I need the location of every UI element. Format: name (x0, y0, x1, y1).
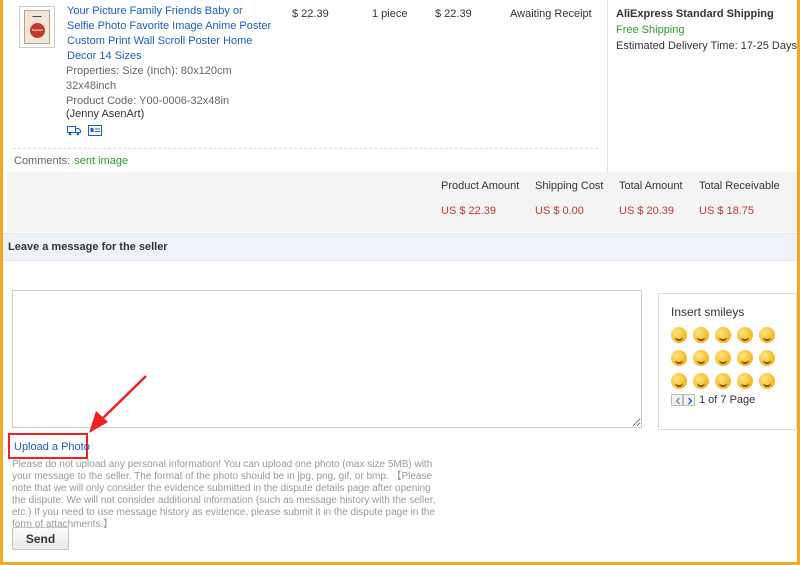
product-properties: Properties: Size (Inch): 80x120cm 32x48i… (66, 64, 276, 109)
smiley-icon[interactable] (737, 373, 753, 389)
delivery-time: Estimated Delivery Time: 17-25 Days (616, 40, 797, 52)
smiley-icon[interactable] (693, 350, 709, 366)
next-page-button[interactable] (683, 394, 695, 407)
total-receivable-value: US $ 18.75 (699, 205, 755, 217)
smiley-icon[interactable] (693, 373, 709, 389)
column-divider (607, 0, 608, 172)
comments-divider (13, 148, 598, 149)
smiley-icon[interactable] (693, 327, 709, 343)
smiley-icon[interactable] (671, 350, 687, 366)
smiley-grid (671, 327, 781, 396)
line-total: $ 22.39 (435, 8, 472, 20)
product-amount: Product Amount US $ 22.39 (441, 180, 519, 217)
message-textarea[interactable] (12, 290, 642, 428)
smiley-icon[interactable] (759, 350, 775, 366)
shipping-info: AliExpress Standard Shipping Free Shippi… (616, 6, 797, 54)
total-receivable: Total Receivable US $ 18.75 (699, 180, 780, 217)
upload-notice: Please do not upload any personal inform… (12, 459, 436, 530)
item-action-icons (67, 124, 106, 136)
id-card-icon[interactable] (88, 124, 103, 136)
truck-icon[interactable] (67, 125, 81, 136)
shipping-cost-value: US $ 0.00 (535, 205, 584, 217)
smiley-icon[interactable] (671, 327, 687, 343)
order-status: Awaiting Receipt (510, 8, 592, 20)
shipping-cost-total: Shipping Cost US $ 0.00 (535, 180, 604, 217)
upload-highlight-box: Upload a Photo (8, 433, 90, 459)
smiley-icon[interactable] (715, 350, 731, 366)
smiley-icon[interactable] (759, 327, 775, 343)
shipping-cost: Free Shipping (616, 24, 685, 36)
product-size: Properties: Size (Inch): 80x120cm 32x48i… (66, 65, 232, 92)
message-section-header: Leave a message for the seller (3, 233, 797, 261)
smiley-icon[interactable] (737, 327, 753, 343)
smiley-icon[interactable] (759, 373, 775, 389)
shipping-method: AliExpress Standard Shipping (616, 8, 774, 20)
unit-price: $ 22.39 (292, 8, 329, 20)
prev-page-button[interactable] (671, 394, 683, 407)
thumbnail-poster: ▬▬▬ Custom Print (24, 10, 50, 47)
smiley-icon[interactable] (671, 373, 687, 389)
thumbnail-caption: ▬▬▬ (32, 14, 42, 18)
order-page: ▬▬▬ Custom Print Your Picture Family Fri… (3, 0, 797, 562)
smileys-panel: Insert smileys 1 of 7 Page (658, 293, 797, 430)
thumbnail-badge: Custom Print (30, 23, 45, 47)
product-amount-label: Product Amount (441, 180, 520, 192)
send-button[interactable]: Send (12, 527, 69, 550)
upload-photo-link[interactable]: Upload a Photo (14, 441, 90, 453)
comments-label: Comments: (14, 155, 71, 167)
product-amount-value: US $ 22.39 (441, 205, 497, 217)
comments: Comments: sent image (14, 155, 128, 167)
message-section-title: Leave a message for the seller (8, 241, 168, 253)
quantity: 1 piece (372, 8, 408, 20)
shipping-cost-label: Shipping Cost (535, 180, 604, 192)
smileys-title: Insert smileys (671, 305, 745, 319)
smiley-pager: 1 of 7 Page (671, 394, 756, 407)
order-totals: Product Amount US $ 22.39 Shipping Cost … (7, 172, 797, 232)
smiley-page-indicator: 1 of 7 Page (699, 394, 756, 407)
smiley-icon[interactable] (715, 327, 731, 343)
order-item-row: ▬▬▬ Custom Print Your Picture Family Fri… (3, 0, 797, 172)
total-amount: Total Amount US $ 20.39 (619, 180, 683, 217)
total-receivable-label: Total Receivable (699, 180, 780, 192)
total-amount-label: Total Amount (619, 180, 683, 192)
product-title-link[interactable]: Your Picture Family Friends Baby or Self… (67, 4, 272, 64)
seller-name: (Jenny AsenArt) (66, 108, 145, 120)
total-amount-value: US $ 20.39 (619, 205, 675, 217)
product-code: Product Code: Y00-0006-32x48in (66, 95, 230, 107)
comments-value: sent image (74, 155, 129, 167)
smiley-icon[interactable] (737, 350, 753, 366)
smiley-icon[interactable] (715, 373, 731, 389)
product-thumbnail[interactable]: ▬▬▬ Custom Print (19, 6, 55, 48)
